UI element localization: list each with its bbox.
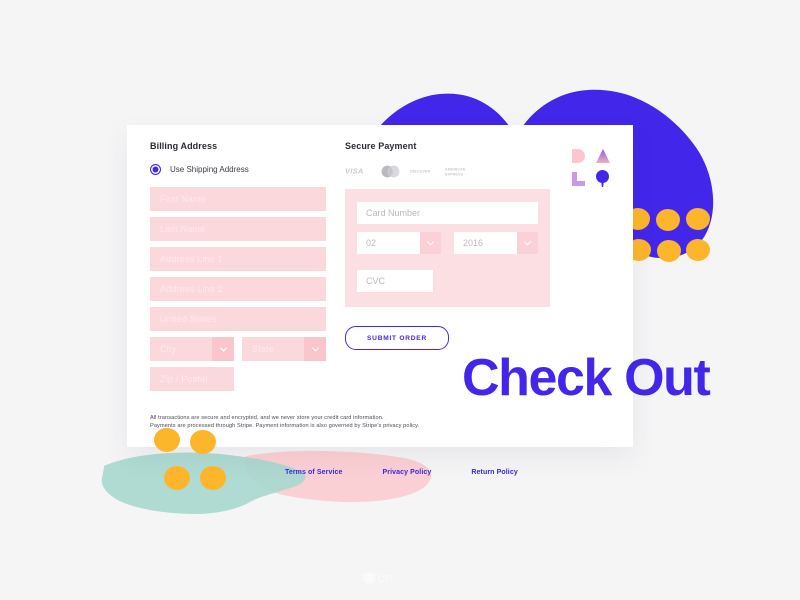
watermark: cn [362,570,393,585]
address-line-2-placeholder: Address Line 2 [160,284,223,294]
state-placeholder: State [252,344,275,354]
footer-links: Terms of Service Privacy Policy Return P… [285,469,518,476]
discover-card-icon: DISCOVER [410,169,431,173]
first-name-placeholder: First Name [160,194,207,204]
exp-year-select[interactable]: 2016 [454,232,538,254]
first-name-input[interactable]: First Name [150,187,326,211]
exp-year-value: 2016 [463,238,484,248]
state-select[interactable]: State [242,337,326,361]
exp-month-value: 02 [366,238,377,248]
d-shape-icon [572,149,585,163]
svg-text:VISA: VISA [345,167,364,176]
footer-link-return-policy[interactable]: Return Policy [471,469,517,476]
submit-order-label: SUBMIT ORDER [367,334,427,342]
billing-section-title: Billing Address [150,141,218,151]
city-select[interactable]: City [150,337,234,361]
chevron-down-icon [219,347,227,352]
country-input[interactable]: United States [150,307,326,331]
triangle-icon [596,149,610,163]
exp-year-chevron-tab[interactable] [517,232,538,254]
billing-address-section: Billing Address Use Shipping Address Fir… [150,141,350,397]
secure-payment-section: Secure Payment VISA DISCOVER AMERICAN EX… [345,141,610,307]
exp-month-chevron-tab[interactable] [420,232,441,254]
svg-text:AMERICAN: AMERICAN [445,167,466,171]
city-chevron-tab[interactable] [212,337,234,361]
address-line-2-input[interactable]: Address Line 2 [150,277,326,301]
use-shipping-address-label: Use Shipping Address [170,165,249,174]
mastercard-card-icon [381,165,400,177]
cvc-input[interactable]: CVC [357,270,433,292]
address-line-1-placeholder: Address Line 1 [160,254,223,264]
svg-text:EXPRESS: EXPRESS [445,172,463,176]
orange-dots-bottom-decoration [150,428,260,496]
zip-postal-input[interactable]: Zip / Postal [150,367,234,391]
visa-card-icon: VISA [345,167,364,176]
last-name-placeholder: Last Name [160,224,206,234]
cvc-placeholder: CVC [366,276,386,286]
zip-postal-placeholder: Zip / Postal [160,374,208,384]
watermark-badge-icon [363,571,375,584]
chevron-down-icon [311,347,319,352]
submit-order-button[interactable]: SUBMIT ORDER [345,326,449,350]
city-placeholder: City [160,344,177,354]
footer-link-terms-of-service[interactable]: Terms of Service [285,469,343,476]
last-name-input[interactable]: Last Name [150,217,326,241]
amex-card-icon: AMERICAN EXPRESS [445,167,466,176]
card-number-placeholder: Card Number [366,208,421,218]
expiry-row: 02 2016 [357,232,538,262]
city-state-row: City State [150,337,350,367]
accepted-cards-row: VISA DISCOVER AMERICAN EXPRESS [345,164,610,178]
watermark-label: cn [378,570,393,585]
l-shape-icon [572,172,585,186]
country-value: United States [160,314,217,324]
address-line-1-input[interactable]: Address Line 1 [150,247,326,271]
use-shipping-address-radio[interactable] [150,164,161,175]
balloon-pin-icon [596,170,609,187]
checkout-screen: Billing Address Use Shipping Address Fir… [0,0,800,600]
svg-text:DISCOVER: DISCOVER [410,169,431,173]
payment-section-title: Secure Payment [345,141,417,151]
state-chevron-tab[interactable] [304,337,326,361]
page-title: Check Out [462,349,711,407]
footer-link-privacy-policy[interactable]: Privacy Policy [383,469,432,476]
use-shipping-address-option[interactable]: Use Shipping Address [150,164,350,175]
glyph-cluster-decoration [572,149,614,189]
disclaimer-line-1: All transactions are secure and encrypte… [150,415,384,421]
card-number-input[interactable]: Card Number [357,202,538,224]
payment-fields-panel: Card Number 02 2016 CVC [345,189,550,307]
chevron-down-icon [427,241,434,246]
exp-month-select[interactable]: 02 [357,232,441,254]
chevron-down-icon [524,241,531,246]
